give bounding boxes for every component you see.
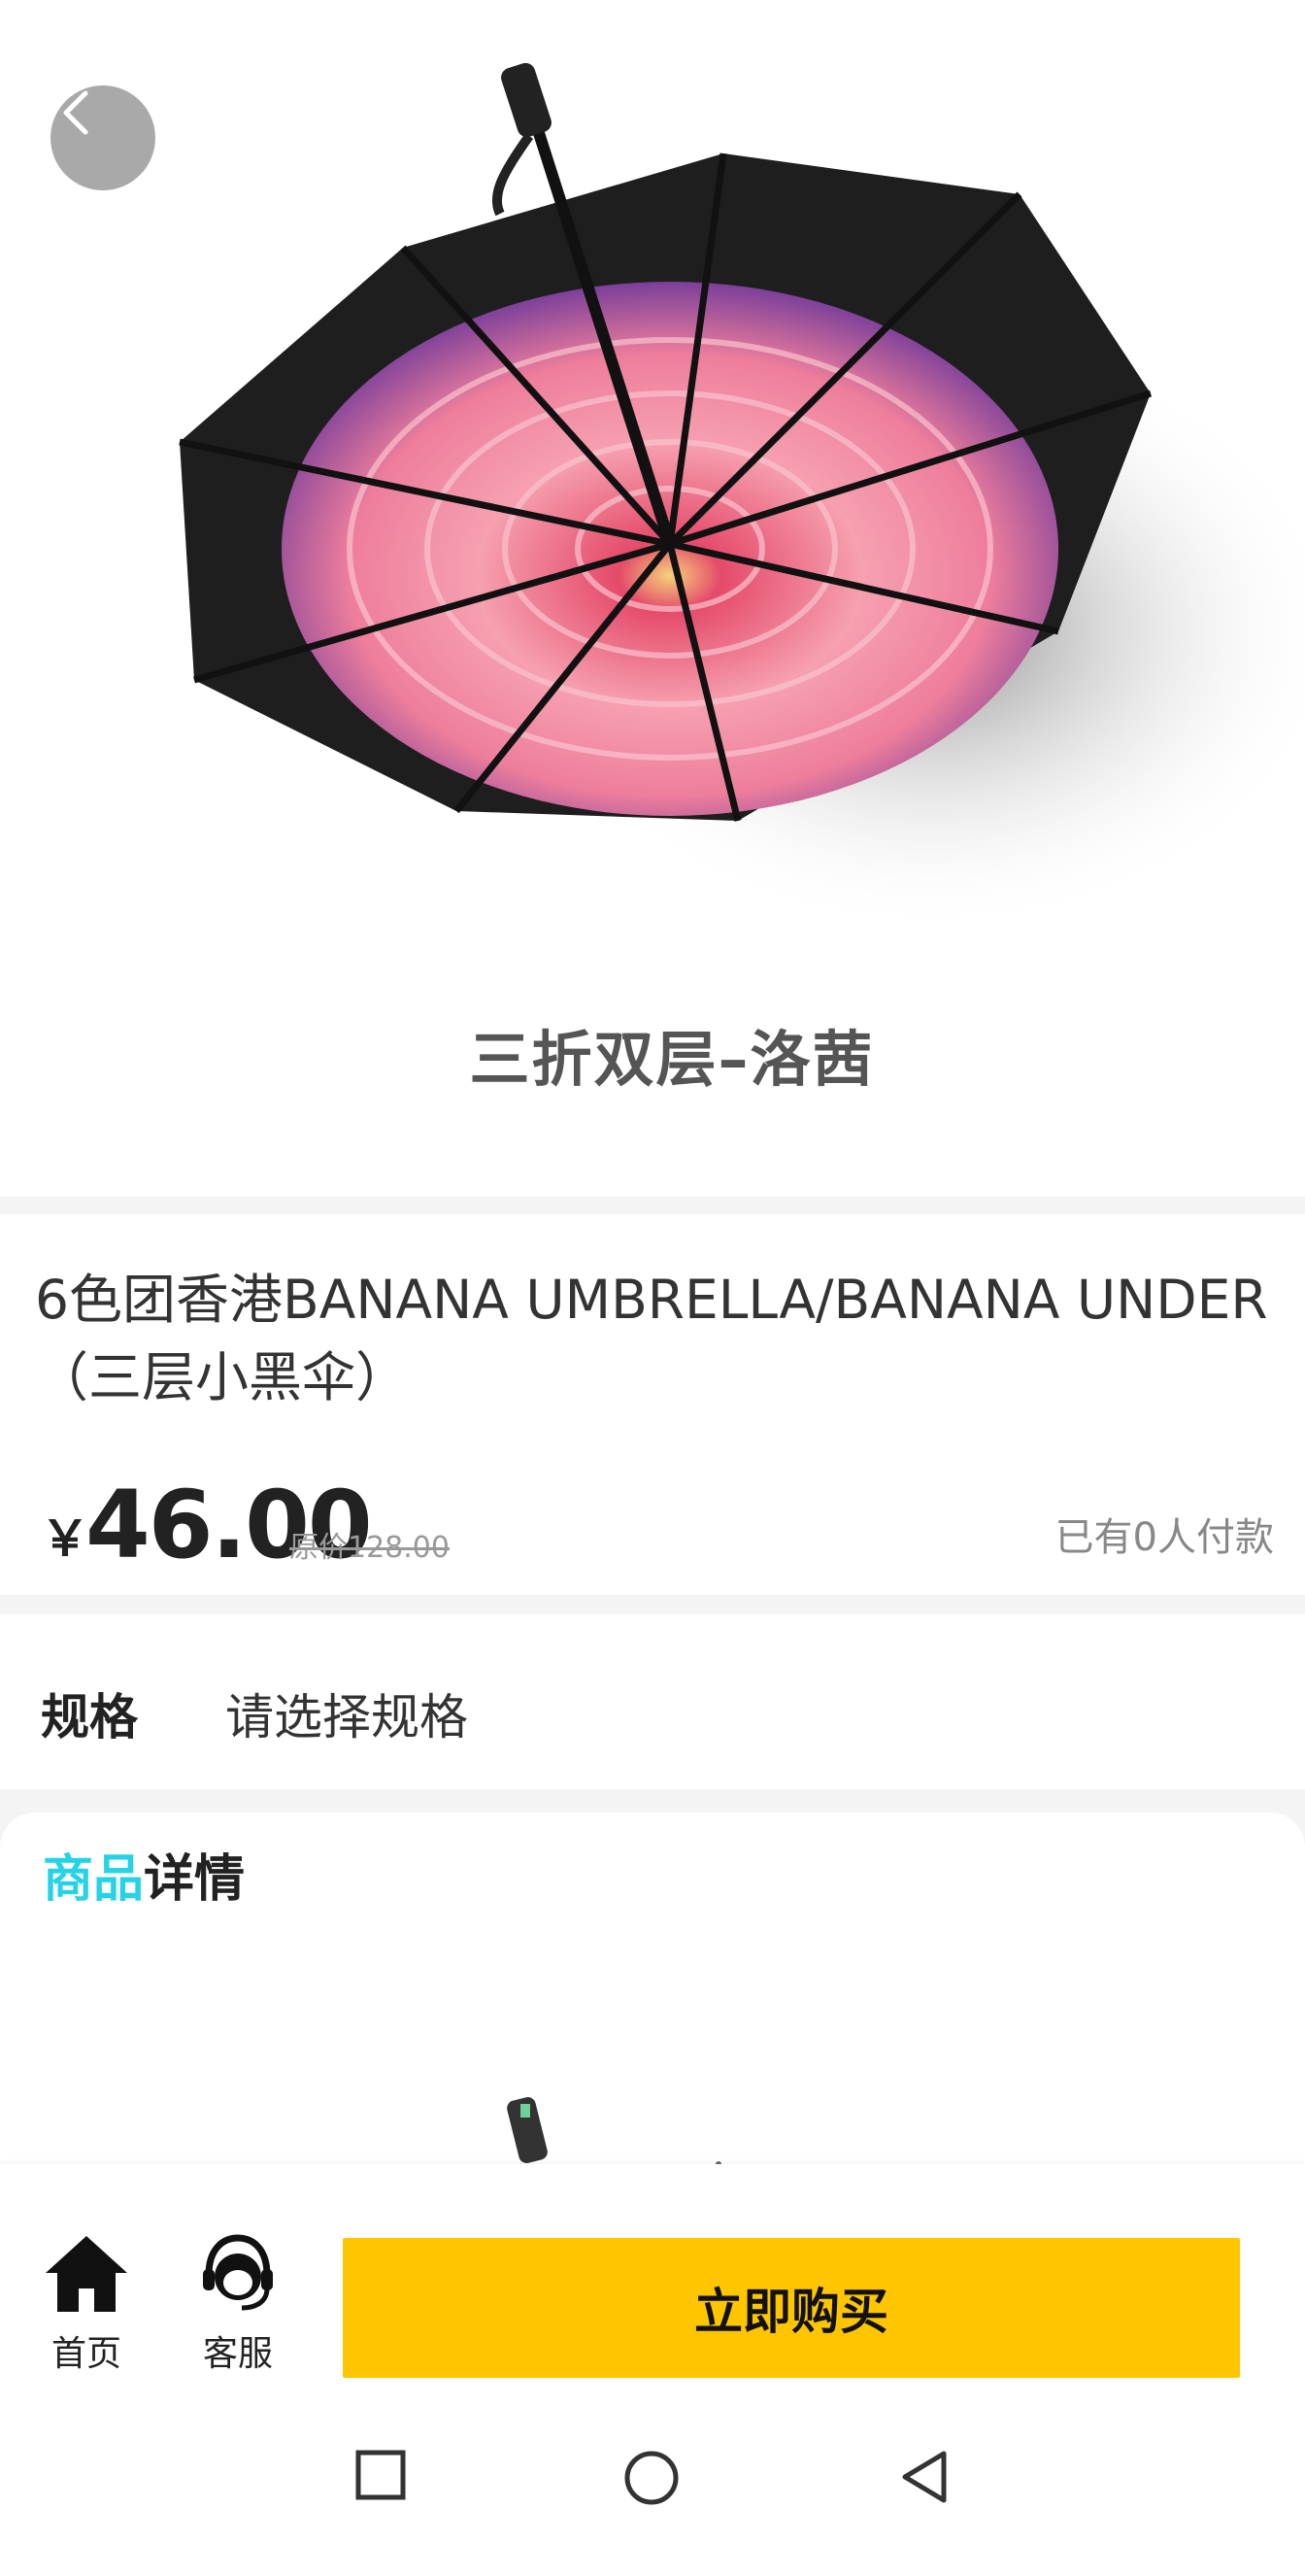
price-row: ￥ 46.00 原价128.00 已有0人付款 xyxy=(35,1471,1274,1579)
chevron-left-icon xyxy=(63,90,88,135)
buy-now-button[interactable]: 立即购买 xyxy=(343,2238,1240,2378)
product-page: 三折双层–洛茜 6色团香港BANANA UMBRELLA/BANANA UNDE… xyxy=(0,0,1305,2576)
triangle-back-icon[interactable] xyxy=(899,2450,950,2504)
service-label: 客服 xyxy=(202,2334,273,2374)
image-caption: 三折双层–洛茜 xyxy=(469,1024,875,1095)
headset-icon xyxy=(203,2234,273,2311)
home-label: 首页 xyxy=(50,2334,121,2374)
home-icon xyxy=(46,2236,127,2312)
sold-count: 已有0人付款 xyxy=(1054,1515,1274,1560)
detail-title-highlight: 商品 xyxy=(43,1850,145,1909)
spec-value[interactable]: 请选择规格 xyxy=(225,1678,468,1748)
home-button[interactable]: 首页 xyxy=(33,2232,140,2376)
detail-title-rest: 详情 xyxy=(144,1850,246,1909)
detail-title: 商品详情 xyxy=(43,1838,245,1911)
original-price: 原价128.00 xyxy=(289,1531,450,1565)
spec-selector[interactable]: 规格 请选择规格 xyxy=(0,1614,1305,1789)
circle-icon[interactable] xyxy=(623,2450,680,2506)
back-button[interactable] xyxy=(50,85,155,190)
currency-symbol: ￥ xyxy=(41,1510,89,1567)
spec-label: 规格 xyxy=(41,1689,138,1746)
customer-service-button[interactable]: 客服 xyxy=(184,2232,291,2376)
product-detail-section: 商品详情 xyxy=(0,1813,1305,2220)
product-title: 6色团香港BANANA UMBRELLA/BANANA UNDER（三层小黑伞） xyxy=(35,1269,1268,1408)
bottom-action-bar: 首页 客服 立即购买 xyxy=(0,2164,1305,2391)
system-navigation-bar xyxy=(0,2391,1305,2576)
product-info-card: 6色团香港BANANA UMBRELLA/BANANA UNDER（三层小黑伞）… xyxy=(0,1214,1305,1595)
square-icon[interactable] xyxy=(355,2450,406,2500)
product-image: 三折双层–洛茜 xyxy=(0,0,1305,1197)
